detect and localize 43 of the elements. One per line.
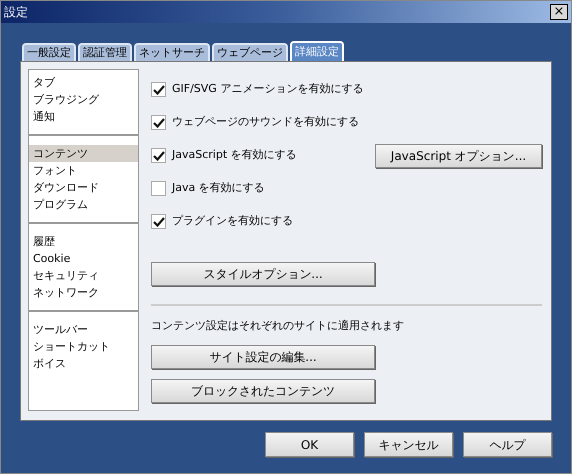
- category-item[interactable]: ブラウジング: [29, 91, 138, 108]
- category-item[interactable]: ボイス: [29, 355, 138, 372]
- tab[interactable]: ネットサーチ: [134, 43, 210, 61]
- close-button[interactable]: ×: [550, 4, 568, 20]
- dialog-button[interactable]: OK: [265, 432, 354, 457]
- option-label: プラグインを有効にする: [172, 213, 293, 230]
- category-item[interactable]: ショートカット: [29, 338, 138, 355]
- checkbox[interactable]: [151, 214, 166, 229]
- tab[interactable]: 一般設定: [22, 43, 76, 61]
- category-item[interactable]: フォント: [29, 162, 138, 179]
- category-item[interactable]: 履歴: [29, 233, 138, 250]
- checkbox[interactable]: [151, 148, 166, 163]
- window-title: 設定: [4, 4, 28, 21]
- category-item[interactable]: 通知: [29, 108, 138, 125]
- option-label: Java を有効にする: [172, 180, 265, 196]
- checkbox[interactable]: [151, 115, 166, 130]
- option-label: ウェブページのサウンドを有効にする: [172, 114, 359, 130]
- site-button[interactable]: ブロックされたコンテンツ: [151, 378, 375, 402]
- category-item[interactable]: ダウンロード: [29, 179, 138, 196]
- tab[interactable]: ウェブページ: [212, 43, 288, 61]
- option-label: GIF/SVG アニメーションを有効にする: [172, 81, 364, 98]
- category-item[interactable]: Cookie: [29, 250, 138, 267]
- site-button[interactable]: サイト設定の編集...: [151, 344, 375, 368]
- option-label: JavaScript を有効にする: [172, 147, 297, 164]
- category-item[interactable]: セキュリティ: [29, 267, 138, 284]
- category-item[interactable]: ネットワーク: [29, 284, 138, 301]
- category-item[interactable]: タブ: [29, 74, 138, 91]
- category-item[interactable]: ツールバー: [29, 321, 138, 338]
- category-item[interactable]: プログラム: [29, 196, 138, 213]
- dialog-button[interactable]: ヘルプ: [463, 432, 552, 457]
- category-item[interactable]: コンテンツ: [29, 145, 138, 162]
- site-settings-note: コンテンツ設定はそれぞれのサイトに適用されます: [151, 318, 405, 334]
- checkmark-icon: [152, 84, 164, 94]
- checkbox[interactable]: [151, 82, 166, 97]
- javascript-options-button[interactable]: JavaScript オプション...: [375, 144, 542, 168]
- tab[interactable]: 詳細設定: [290, 41, 344, 61]
- checkmark-icon: [152, 150, 164, 160]
- checkbox[interactable]: [151, 181, 166, 196]
- style-options-button[interactable]: スタイルオプション...: [151, 262, 375, 286]
- checkmark-icon: [152, 216, 164, 226]
- tab[interactable]: 認証管理: [78, 43, 132, 61]
- checkmark-icon: [152, 118, 164, 128]
- dialog-button[interactable]: キャンセル: [364, 432, 453, 457]
